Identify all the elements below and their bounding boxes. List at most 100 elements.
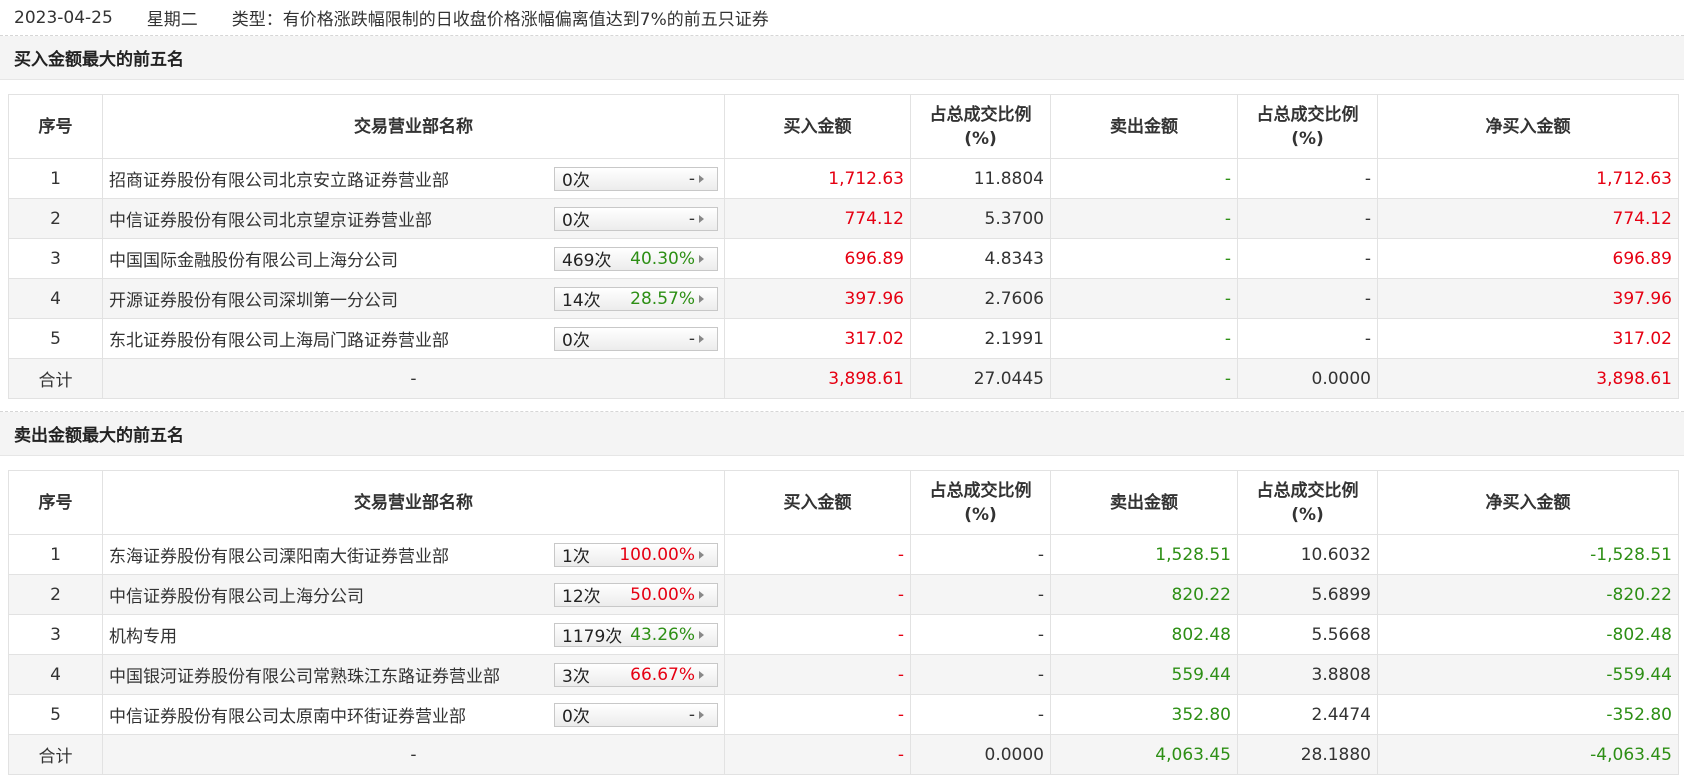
total-buy-ratio: 0.0000	[910, 734, 1051, 775]
branch-cell: 中信证券股份有限公司太原南中环街证券营业部 0次 -	[102, 694, 725, 735]
sell-table: 序号 交易营业部名称 买入金额 占总成交比例 (%) 卖出金额 占总成交比例 (%)…	[8, 470, 1679, 775]
buy-amount: -	[724, 614, 911, 655]
branch-name[interactable]: 中信证券股份有限公司北京望京证券营业部	[109, 206, 432, 231]
win-rate: 43.26%	[630, 624, 695, 645]
appearance-count: 14次	[562, 291, 601, 311]
caret-right-icon	[699, 590, 712, 599]
appearance-count: 0次	[562, 331, 590, 351]
buy-amount: -	[724, 534, 911, 575]
branch-cell: 东海证券股份有限公司溧阳南大街证券营业部 1次 100.00%	[102, 534, 725, 575]
win-rate: -	[688, 208, 695, 229]
win-rate: -	[688, 328, 695, 349]
table-row: 3 机构专用 1179次 43.26% - -802.48 5.5668 -802.48	[8, 614, 1679, 655]
col-idx: 序号	[8, 94, 103, 159]
table-row: 2 中信证券股份有限公司上海分公司 12次 50.00% - -820.22 5.6899-…	[8, 574, 1679, 615]
sell-ratio: -	[1237, 238, 1378, 279]
net-amount: -820.22	[1377, 574, 1679, 615]
buy-ratio: -	[910, 654, 1051, 695]
branch-cell: 机构专用 1179次 43.26%	[102, 614, 725, 655]
history-stats-button[interactable]: 1次 100.00%	[554, 542, 718, 567]
history-stats-button[interactable]: 12次 50.00%	[554, 582, 718, 607]
row-index: 2	[8, 574, 103, 615]
net-amount: 317.02	[1377, 318, 1679, 359]
buy-ratio: 4.8343	[910, 238, 1051, 279]
branch-name[interactable]: 东北证券股份有限公司上海局门路证券营业部	[109, 326, 449, 351]
header-bar: 2023-04-25 星期二 类型：有价格涨跌幅限制的日收盘价格涨幅偏离值达到7…	[0, 0, 1684, 36]
net-amount: -1,528.51	[1377, 534, 1679, 575]
col-ratio1: 占总成交比例 (%)	[910, 94, 1051, 159]
branch-name[interactable]: 中国银河证券股份有限公司常熟珠江东路证券营业部	[109, 662, 500, 687]
buy-ratio: -	[910, 614, 1051, 655]
net-amount: 397.96	[1377, 278, 1679, 319]
net-amount: -559.44	[1377, 654, 1679, 695]
appearance-count: 3次	[562, 667, 590, 687]
buy-amount: 397.96	[724, 278, 911, 319]
branch-name[interactable]: 中信证券股份有限公司太原南中环街证券营业部	[109, 702, 466, 727]
sell-amount: 820.22	[1050, 574, 1238, 615]
appearance-count: 0次	[562, 707, 590, 727]
col-ratio2: 占总成交比例 (%)	[1237, 470, 1378, 535]
buy-amount: -	[724, 574, 911, 615]
history-stats-button[interactable]: 14次 28.57%	[554, 286, 718, 311]
col-net: 净买入金额	[1377, 94, 1679, 159]
net-amount: 1,712.63	[1377, 158, 1679, 199]
total-buy: -	[724, 734, 911, 775]
buy-amount: 774.12	[724, 198, 911, 239]
buy-table-header: 序号 交易营业部名称 买入金额 占总成交比例 (%) 卖出金额 占总成交比例 (%)…	[8, 94, 1679, 159]
history-stats-button[interactable]: 0次 -	[554, 166, 718, 191]
row-index: 4	[8, 654, 103, 695]
sell-amount: -	[1050, 278, 1238, 319]
buy-section-title: 买入金额最大的前五名	[0, 36, 1684, 80]
row-index: 3	[8, 238, 103, 279]
branch-name[interactable]: 招商证券股份有限公司北京安立路证券营业部	[109, 166, 449, 191]
table-row: 3 中国国际金融股份有限公司上海分公司 469次 40.30% 696.89 4.8343…	[8, 238, 1679, 279]
total-buy-ratio: 27.0445	[910, 358, 1051, 399]
total-name: -	[102, 358, 725, 399]
history-stats-button[interactable]: 0次 -	[554, 326, 718, 351]
row-index: 3	[8, 614, 103, 655]
sell-ratio: 5.5668	[1237, 614, 1378, 655]
appearance-count: 1179次	[562, 627, 623, 647]
history-stats-button[interactable]: 3次 66.67%	[554, 662, 718, 687]
net-amount: -352.80	[1377, 694, 1679, 735]
branch-name[interactable]: 中信证券股份有限公司上海分公司	[109, 582, 364, 607]
table-row: 5 东北证券股份有限公司上海局门路证券营业部 0次 -317.02 2.1991- -31…	[8, 318, 1679, 359]
appearance-count: 469次	[562, 251, 612, 271]
col-name: 交易营业部名称	[102, 470, 725, 535]
caret-right-icon	[699, 254, 712, 263]
history-stats-button[interactable]: 469次 40.30%	[554, 246, 718, 271]
branch-cell: 招商证券股份有限公司北京安立路证券营业部 0次 -	[102, 158, 725, 199]
sell-ratio: 10.6032	[1237, 534, 1378, 575]
branch-name[interactable]: 东海证券股份有限公司溧阳南大街证券营业部	[109, 542, 449, 567]
row-index: 1	[8, 158, 103, 199]
total-sell: -	[1050, 358, 1238, 399]
sell-ratio: 3.8808	[1237, 654, 1378, 695]
win-rate: 100.00%	[619, 544, 695, 565]
branch-name[interactable]: 开源证券股份有限公司深圳第一分公司	[109, 286, 398, 311]
win-rate: 40.30%	[630, 248, 695, 269]
net-amount: -802.48	[1377, 614, 1679, 655]
row-index: 1	[8, 534, 103, 575]
col-buy: 买入金额	[724, 470, 911, 535]
caret-right-icon	[699, 294, 712, 303]
sell-amount: 352.80	[1050, 694, 1238, 735]
win-rate: -	[688, 704, 695, 725]
win-rate: -	[688, 168, 695, 189]
sell-amount: -	[1050, 158, 1238, 199]
win-rate: 28.57%	[630, 288, 695, 309]
history-stats-button[interactable]: 0次 -	[554, 702, 718, 727]
history-stats-button[interactable]: 0次 -	[554, 206, 718, 231]
branch-cell: 中信证券股份有限公司北京望京证券营业部 0次 -	[102, 198, 725, 239]
caret-right-icon	[699, 630, 712, 639]
caret-right-icon	[699, 174, 712, 183]
branch-name[interactable]: 中国国际金融股份有限公司上海分公司	[109, 246, 398, 271]
col-idx: 序号	[8, 470, 103, 535]
buy-ratio: -	[910, 534, 1051, 575]
table-row: 1 东海证券股份有限公司溧阳南大街证券营业部 1次 100.00% - -1,528.51…	[8, 534, 1679, 575]
history-stats-button[interactable]: 1179次 43.26%	[554, 622, 718, 647]
sell-amount: 1,528.51	[1050, 534, 1238, 575]
buy-ratio: -	[910, 574, 1051, 615]
sell-table-header: 序号 交易营业部名称 买入金额 占总成交比例 (%) 卖出金额 占总成交比例 (%)…	[8, 470, 1679, 535]
branch-name[interactable]: 机构专用	[109, 622, 177, 647]
sell-ratio: -	[1237, 278, 1378, 319]
